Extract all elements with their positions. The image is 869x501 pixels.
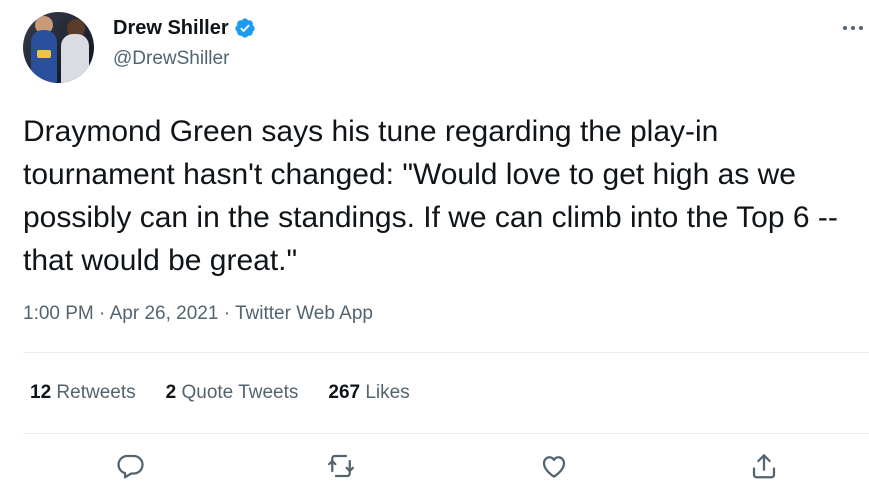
likes-stat[interactable]: 267 Likes	[328, 380, 409, 406]
quote-tweets-count: 2	[165, 382, 177, 403]
share-icon[interactable]	[746, 448, 782, 484]
verified-badge-icon	[234, 17, 256, 39]
tweet-date[interactable]: Apr 26, 2021	[110, 303, 219, 324]
author-name-row[interactable]: Drew Shiller	[113, 16, 256, 40]
tweet-meta: 1:00 PM · Apr 26, 2021 · Twitter Web App	[23, 301, 373, 327]
reply-icon[interactable]	[112, 448, 148, 484]
author-handle[interactable]: @DrewShiller	[113, 47, 229, 71]
quote-tweets-label: Quote Tweets	[176, 382, 299, 403]
tweet-text: Draymond Green says his tune regarding t…	[23, 115, 838, 277]
tweet-time[interactable]: 1:00 PM	[23, 303, 94, 324]
divider	[23, 352, 869, 353]
retweet-icon[interactable]	[323, 448, 359, 484]
avatar[interactable]	[23, 12, 94, 83]
retweets-count: 12	[30, 382, 52, 403]
likes-count: 267	[328, 382, 361, 403]
tweet-stats: 12 Retweets 2 Quote Tweets 267 Likes	[30, 380, 440, 406]
retweets-label: Retweets	[51, 382, 136, 403]
author-display-name[interactable]: Drew Shiller	[113, 16, 229, 40]
divider	[23, 433, 869, 434]
more-horizontal-icon[interactable]	[840, 18, 866, 38]
likes-label: Likes	[360, 382, 410, 403]
tweet-actions	[0, 448, 869, 488]
meta-separator: ·	[93, 303, 110, 324]
tweet-source[interactable]: Twitter Web App	[235, 303, 373, 324]
retweets-stat[interactable]: 12 Retweets	[30, 380, 136, 406]
quote-tweets-stat[interactable]: 2 Quote Tweets	[166, 380, 299, 406]
heart-icon[interactable]	[536, 448, 572, 484]
meta-separator: ·	[218, 303, 235, 324]
tweet-card: Drew Shiller @DrewShiller Draymond Green…	[0, 0, 869, 501]
